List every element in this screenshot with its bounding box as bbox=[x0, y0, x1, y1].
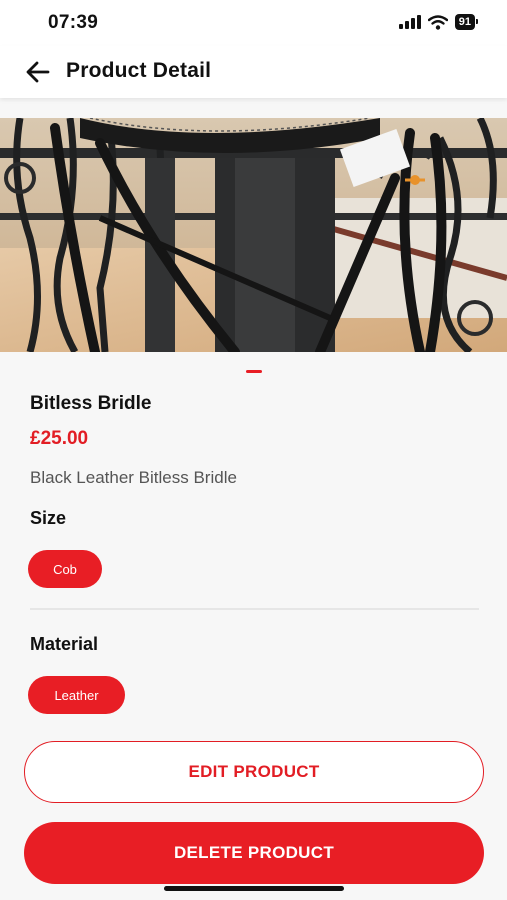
size-label: Size bbox=[30, 508, 67, 528]
material-chip-leather[interactable]: Leather bbox=[28, 676, 125, 714]
page-title: Product Detail bbox=[66, 59, 212, 82]
edit-product-button[interactable]: EDIT PRODUCT bbox=[24, 741, 484, 803]
home-indicator bbox=[164, 886, 344, 891]
wifi-icon bbox=[427, 14, 448, 30]
image-pager-indicator bbox=[246, 370, 262, 373]
battery-icon: 91 bbox=[454, 14, 479, 30]
product-image[interactable] bbox=[0, 118, 507, 352]
product-price: £25.00 bbox=[30, 428, 89, 449]
header: Product Detail bbox=[0, 46, 507, 98]
size-chip-cob[interactable]: Cob bbox=[28, 550, 102, 588]
status-bar: 07:39 91 bbox=[0, 0, 507, 46]
arrow-left-icon bbox=[26, 61, 50, 83]
product-photo bbox=[0, 118, 507, 352]
status-time: 07:39 bbox=[48, 12, 99, 33]
material-label: Material bbox=[30, 634, 99, 654]
product-name: Bitless Bridle bbox=[30, 393, 152, 414]
product-description: Black Leather Bitless Bridle bbox=[30, 468, 237, 487]
delete-product-button[interactable]: DELETE PRODUCT bbox=[24, 822, 484, 884]
signal-icon bbox=[398, 15, 421, 29]
back-button[interactable] bbox=[24, 58, 52, 86]
divider bbox=[30, 608, 479, 610]
status-icons: 91 bbox=[398, 14, 479, 30]
